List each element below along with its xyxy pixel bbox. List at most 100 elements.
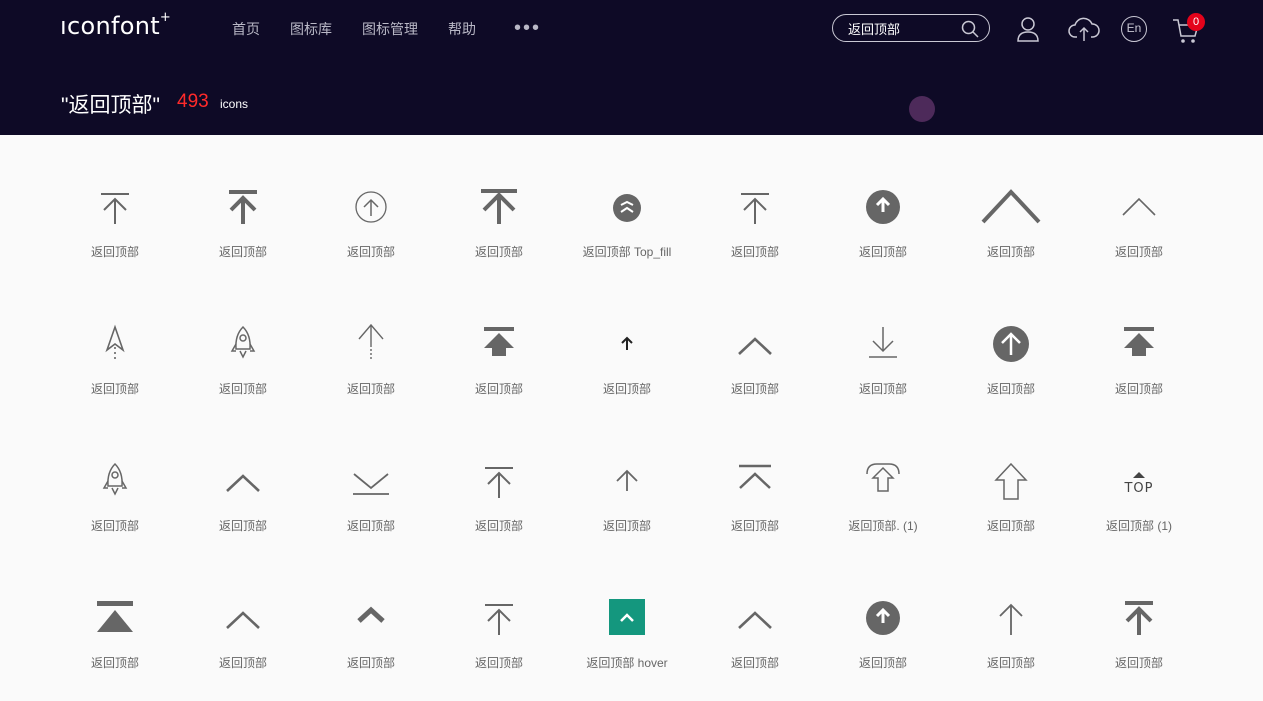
icon-card-label: 返回顶部 hover xyxy=(586,656,668,670)
icon-card[interactable]: 返回顶部 xyxy=(179,170,307,290)
icon-card[interactable]: 返回顶部 xyxy=(819,170,947,290)
iconfont-logo[interactable]: ıconfont+ xyxy=(60,10,171,40)
arrow-up-bar-bold-icon xyxy=(1125,601,1153,635)
arrow-up-circle-filled-large-icon xyxy=(993,326,1029,362)
icon-card[interactable]: 返回顶部 xyxy=(947,581,1075,701)
arrow-up-small-icon xyxy=(621,336,633,350)
icon-card[interactable]: 返回顶部 hover xyxy=(563,581,691,701)
icon-card[interactable]: 返回顶部 xyxy=(307,170,435,290)
icon-card[interactable]: 返回顶部 xyxy=(435,581,563,701)
icon-card-label: 返回顶部 xyxy=(858,382,907,396)
icon-card[interactable]: 返回顶部 xyxy=(947,170,1075,290)
icon-card-label: 返回顶部 xyxy=(730,656,779,670)
rocket-outline-icon xyxy=(230,325,256,359)
results-title: "返回顶部" xyxy=(61,94,160,117)
icon-card[interactable]: 返回顶部 xyxy=(307,307,435,427)
icon-card[interactable]: 返回顶部 xyxy=(691,307,819,427)
icon-card-label: 返回顶部 xyxy=(218,519,267,533)
icon-card-label: 返回顶部 xyxy=(730,382,779,396)
icon-card-label: 返回顶部. (1) xyxy=(848,519,918,533)
icon-card-label: 返回顶部 xyxy=(90,519,139,533)
icon-card-label: 返回顶部 xyxy=(474,245,523,259)
arrow-up-thin-icon xyxy=(999,603,1023,635)
icon-card[interactable]: 返回顶部 xyxy=(179,307,307,427)
arrow-up-box-icon xyxy=(866,463,900,492)
triangle-up-bar-icon xyxy=(97,601,133,632)
search-icon[interactable] xyxy=(961,20,979,38)
icon-card[interactable]: 返回顶部. (1) xyxy=(819,444,947,564)
icon-card[interactable]: 返回顶部 xyxy=(179,444,307,564)
icon-card[interactable]: 返回顶部 xyxy=(1075,170,1203,290)
nav-help[interactable]: 帮助 xyxy=(448,19,476,39)
nav-icon-management[interactable]: 图标管理 xyxy=(362,19,418,39)
icon-card[interactable]: 返回顶部 xyxy=(1075,307,1203,427)
icon-card[interactable]: 返回顶部 xyxy=(691,170,819,290)
icon-card-label: 返回顶部 xyxy=(474,382,523,396)
icon-card[interactable]: 返回顶部 xyxy=(1075,581,1203,701)
arrow-up-bar-bold-icon xyxy=(229,190,257,224)
icon-card-label: 返回顶部 xyxy=(346,519,395,533)
icon-card[interactable]: 返回顶部 xyxy=(947,444,1075,564)
icon-card[interactable]: 返回顶部 xyxy=(819,581,947,701)
svg-text:TOP: TOP xyxy=(1123,481,1153,496)
icon-card-label: 返回顶部 xyxy=(986,656,1035,670)
icon-card-label: 返回顶部 xyxy=(90,245,139,259)
icon-card-label: 返回顶部 xyxy=(1114,245,1163,259)
icon-card-label: 返回顶部 xyxy=(730,245,779,259)
icon-card[interactable]: 返回顶部 xyxy=(51,581,179,701)
arrow-up-small-thin-icon xyxy=(616,469,638,491)
icon-card-label: 返回顶部 xyxy=(474,519,523,533)
icon-card[interactable]: 返回顶部 xyxy=(435,307,563,427)
icon-card-label: 返回顶部 xyxy=(346,656,395,670)
icon-card[interactable]: 返回顶部 xyxy=(307,444,435,564)
nav-icon-library[interactable]: 图标库 xyxy=(290,19,332,39)
chevron-up-medium-icon xyxy=(226,611,260,629)
arrow-up-bar-thin-icon xyxy=(101,193,129,224)
nav-home[interactable]: 首页 xyxy=(232,19,260,39)
icon-card[interactable]: 返回顶部 xyxy=(819,307,947,427)
icon-card[interactable]: 返回顶部 xyxy=(179,581,307,701)
search-input[interactable] xyxy=(848,19,958,37)
icon-card-label: 返回顶部 xyxy=(218,245,267,259)
arrow-up-circle-outline-icon xyxy=(355,191,387,223)
icon-card-label: 返回顶部 xyxy=(1114,382,1163,396)
icon-card[interactable]: 返回顶部 xyxy=(691,444,819,564)
icon-card-label: 返回顶部 xyxy=(986,519,1035,533)
nav-more-button[interactable]: ••• xyxy=(514,18,541,38)
arrow-up-circle-filled-icon xyxy=(866,190,900,224)
top-fill-circle-icon xyxy=(613,194,641,222)
icon-card[interactable]: TOP 返回顶部 (1) xyxy=(1075,444,1203,564)
icon-card-label: 返回顶部 xyxy=(90,656,139,670)
floating-dot xyxy=(909,96,935,122)
icon-card[interactable]: 返回顶部 xyxy=(435,444,563,564)
icon-card[interactable]: 返回顶部 xyxy=(51,307,179,427)
icon-card[interactable]: 返回顶部 xyxy=(691,581,819,701)
arrow-down-bar-icon xyxy=(869,327,897,358)
icon-card[interactable]: 返回顶部 xyxy=(307,581,435,701)
top-text-icon: TOP xyxy=(1123,472,1153,496)
chevron-up-teal-tile-icon xyxy=(609,599,645,635)
arrow-up-bar-large-icon xyxy=(481,189,517,224)
chevron-up-medium-icon xyxy=(738,337,772,355)
icon-card[interactable]: 返回顶部 xyxy=(435,170,563,290)
user-icon[interactable] xyxy=(1013,14,1043,44)
arrow-up-bar-thin-icon xyxy=(485,467,513,498)
icon-card-label: 返回顶部 xyxy=(858,245,907,259)
upload-cloud-icon[interactable] xyxy=(1068,14,1100,44)
search-box[interactable] xyxy=(832,14,990,42)
results-count: 493 xyxy=(177,91,209,112)
language-toggle[interactable]: En xyxy=(1121,16,1147,42)
results-unit: icons xyxy=(220,97,249,111)
chevron-up-medium-icon xyxy=(226,474,260,492)
icon-card-label: 返回顶部 xyxy=(346,382,395,396)
icon-card[interactable]: 返回顶部 xyxy=(563,444,691,564)
rocket-outline-icon xyxy=(102,462,128,496)
arrow-up-bar-filled-icon xyxy=(1124,327,1154,356)
icon-card-label: 返回顶部 Top_fill xyxy=(582,245,672,259)
icon-card-label: 返回顶部 xyxy=(986,382,1035,396)
icon-card[interactable]: 返回顶部 xyxy=(51,444,179,564)
icon-card[interactable]: 返回顶部 xyxy=(563,307,691,427)
icon-card[interactable]: 返回顶部 xyxy=(51,170,179,290)
icon-card[interactable]: 返回顶部 Top_fill xyxy=(563,170,691,290)
icon-card[interactable]: 返回顶部 xyxy=(947,307,1075,427)
